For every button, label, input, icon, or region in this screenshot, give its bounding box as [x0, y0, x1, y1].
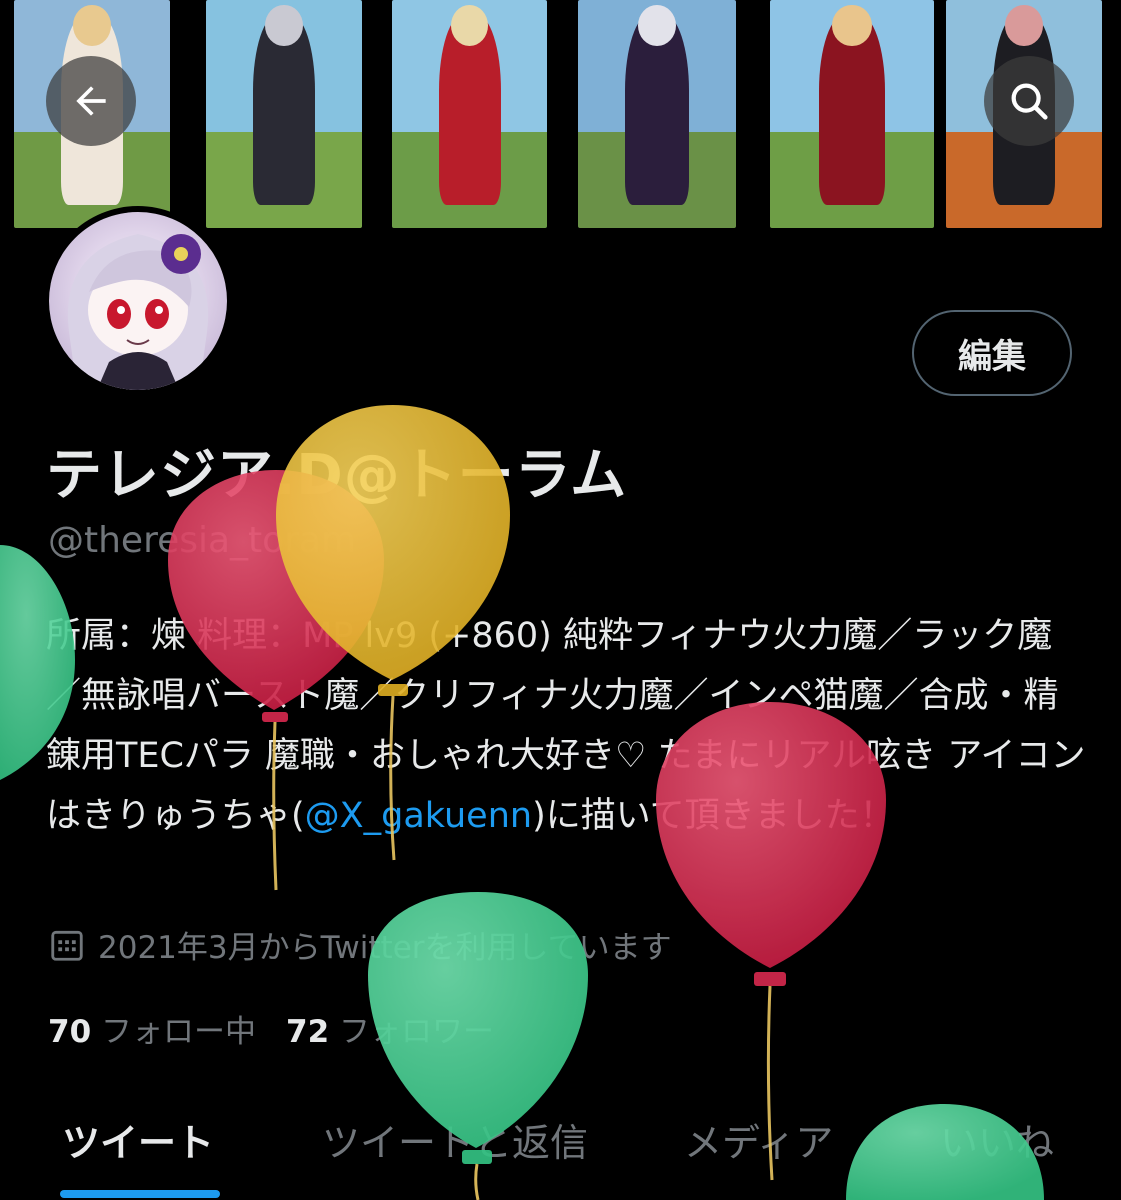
back-button[interactable] — [46, 56, 136, 146]
following-count: 70 — [48, 1014, 92, 1050]
search-icon — [1011, 83, 1048, 120]
profile-bio: 所属：煉 料理：MP lv9 (+860) 純粋フィナウ火力魔／ラック魔／無詠唱… — [46, 606, 1086, 846]
avatar-image — [49, 212, 227, 390]
tab-likes[interactable]: いいね — [940, 1112, 1054, 1167]
tab-media[interactable]: メディア — [684, 1112, 833, 1167]
username-handle: @theresia_toram — [48, 520, 357, 561]
search-button[interactable] — [984, 56, 1074, 146]
display-name: テレジア.D@トーラム — [46, 443, 628, 508]
followers-count: 72 — [286, 1014, 330, 1050]
bio-mention-link[interactable]: @X_gakuenn — [305, 796, 532, 836]
tab-tweets-and-replies[interactable]: ツイートと返信 — [322, 1112, 588, 1167]
followers-label: フォロワー — [339, 1014, 494, 1050]
profile-banner — [0, 0, 1121, 232]
followers-link[interactable]: 72 フォロワー — [286, 1014, 494, 1050]
arrow-left-icon — [76, 86, 106, 116]
banner-tile — [206, 0, 362, 228]
profile-tabs: ツイート ツイートと返信 メディア いいね — [0, 1100, 1121, 1200]
avatar[interactable] — [43, 206, 233, 396]
following-label: フォロー中 — [101, 1014, 256, 1050]
join-date-text: 2021年3月からTwitterを利用しています — [98, 930, 672, 966]
following-link[interactable]: 70 フォロー中 — [48, 1014, 256, 1050]
edit-profile-button[interactable]: 編集 — [912, 310, 1072, 396]
join-date: 2021年3月からTwitterを利用しています — [48, 922, 672, 967]
banner-tile — [578, 0, 736, 228]
active-tab-indicator — [60, 1190, 220, 1198]
banner-tile — [392, 0, 547, 228]
calendar-icon — [51, 930, 83, 961]
tab-tweets[interactable]: ツイート — [62, 1112, 214, 1167]
follow-stats: 70 フォロー中 72 フォロワー — [48, 1006, 494, 1051]
banner-tile — [770, 0, 934, 228]
bio-text-end: )に描いて頂きました！ — [532, 796, 895, 836]
